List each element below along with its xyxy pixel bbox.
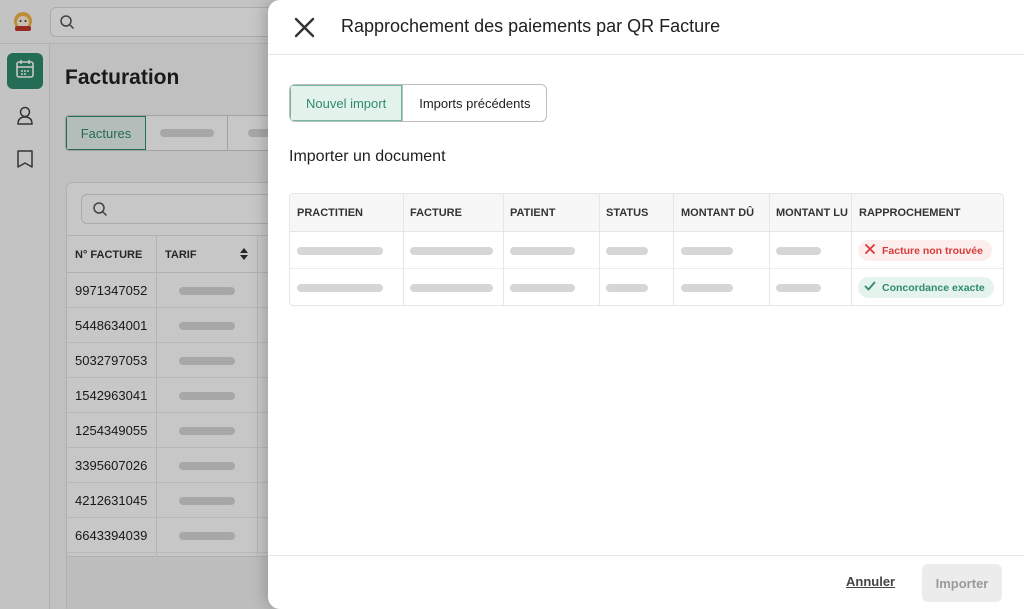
table-row[interactable]: Concordance exacte [290,269,1003,305]
tab-new-import[interactable]: Nouvel import [290,85,404,121]
table-header: PRACTITIEN FACTURE PATIENT STATUS MONTAN… [290,194,1003,232]
status-badge-label: Concordance exacte [882,281,985,294]
x-icon [864,243,882,258]
close-button[interactable] [292,15,317,40]
import-tabs: Nouvel import Imports précédents [289,84,548,122]
column-header-practitien: PRACTITIEN [297,207,363,219]
cancel-button[interactable]: Annuler [846,574,895,589]
close-icon [292,17,317,44]
panel-footer: Annuler Importer [268,555,1024,609]
panel-title: Rapprochement des paiements par QR Factu… [341,16,721,36]
tab-previous-imports[interactable]: Imports précédents [403,85,546,121]
reconciliation-table: PRACTITIEN FACTURE PATIENT STATUS MONTAN… [289,193,1004,306]
status-badge-not-found: Facture non trouvée [858,240,992,261]
column-header-montant-lu: MONTANT LU [776,207,848,219]
table-row[interactable]: Facture non trouvée [290,232,1003,269]
column-header-facture: FACTURE [410,207,462,219]
check-icon [864,280,882,295]
qr-reconciliation-panel: Rapprochement des paiements par QR Factu… [268,0,1024,609]
column-header-rapprochement: RAPPROCHEMENT [859,207,961,219]
column-header-patient: PATIENT [510,207,556,219]
section-title: Importer un document [289,148,446,165]
status-badge-exact-match: Concordance exacte [858,277,994,298]
import-button[interactable]: Importer [922,564,1002,602]
column-header-montant-du: MONTANT DÛ [681,207,755,219]
status-badge-label: Facture non trouvée [882,244,983,257]
panel-header: Rapprochement des paiements par QR Factu… [268,0,1024,55]
column-header-status: STATUS [606,207,649,219]
